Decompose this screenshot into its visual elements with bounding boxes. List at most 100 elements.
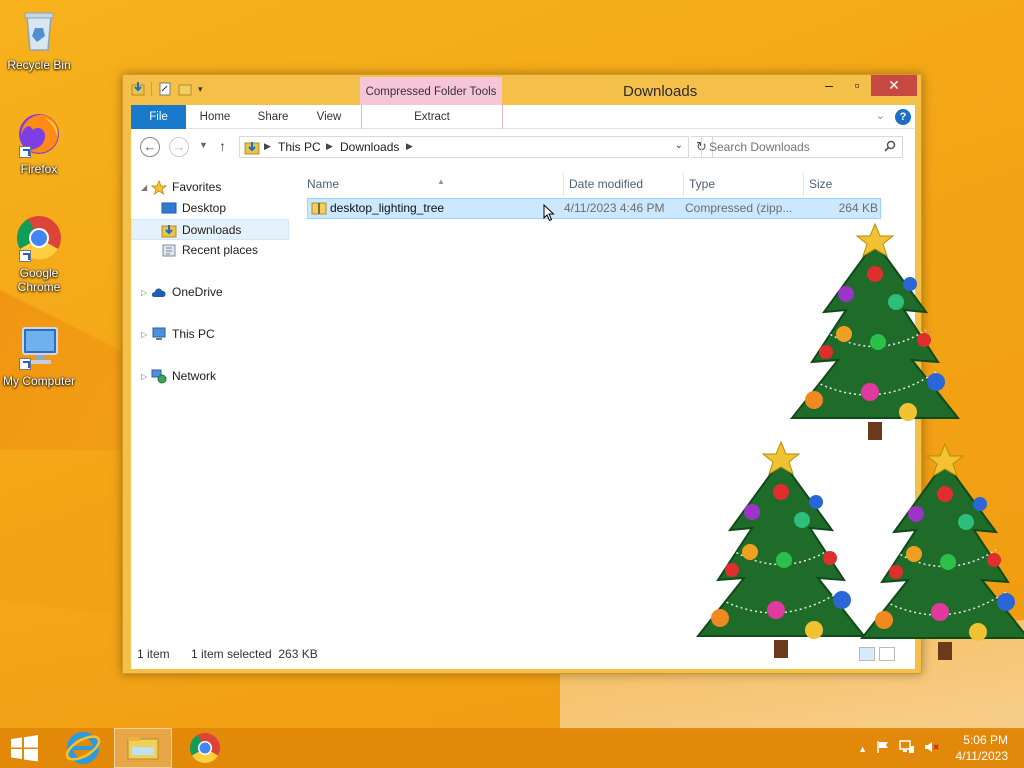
expand-arrow-icon[interactable]: ▷ — [141, 366, 147, 387]
status-bar: 1 item 1 item selected 263 KB — [131, 637, 915, 669]
expand-arrow-icon[interactable]: ▷ — [141, 324, 147, 345]
start-button[interactable] — [0, 728, 48, 768]
desktop-icon-firefox[interactable]: Firefox — [2, 110, 76, 176]
zip-folder-icon — [311, 201, 327, 215]
minimize-button[interactable]: ‒ — [815, 75, 843, 96]
desktop-icon-google-chrome[interactable]: Google Chrome — [2, 214, 76, 294]
computer-icon — [15, 322, 63, 370]
tab-share[interactable]: Share — [251, 105, 295, 129]
status-selection: 1 item selected 263 KB — [191, 647, 318, 661]
details-view-icon[interactable] — [859, 647, 875, 661]
navigation-pane: ◢ Favorites Desktop Downloads Recent pla… — [131, 165, 291, 635]
shortcut-arrow-icon — [19, 146, 31, 158]
content-area: ◢ Favorites Desktop Downloads Recent pla… — [131, 165, 915, 669]
cloud-icon — [151, 285, 167, 300]
back-button[interactable]: ← — [140, 137, 160, 157]
firefox-icon — [15, 110, 63, 158]
forward-button[interactable]: → — [169, 137, 189, 157]
breadcrumb-downloads[interactable]: Downloads — [340, 140, 399, 154]
new-folder-icon[interactable] — [178, 81, 192, 97]
desktop-icon-recycle-bin[interactable]: Recycle Bin — [2, 6, 76, 72]
explorer-window[interactable]: ▾ Compressed Folder Tools Downloads ‒ ▫ … — [122, 74, 922, 674]
nav-item-label: This PC — [172, 327, 215, 341]
breadcrumb-separator-icon[interactable]: ▶ — [264, 141, 271, 152]
tab-view[interactable]: View — [307, 105, 351, 129]
column-divider[interactable] — [683, 173, 684, 197]
nav-item-label: Recent places — [182, 243, 259, 257]
title-bar[interactable]: ▾ Compressed Folder Tools Downloads ‒ ▫ … — [123, 75, 921, 107]
internet-explorer-icon — [65, 732, 101, 764]
network-icon — [151, 369, 167, 384]
desktop-icon-my-computer[interactable]: My Computer — [2, 322, 76, 388]
action-center-flag-icon[interactable] — [876, 740, 890, 757]
expand-arrow-icon[interactable]: ▷ — [141, 282, 147, 303]
close-button[interactable]: ✕ — [871, 75, 917, 96]
help-icon[interactable]: ? — [895, 109, 911, 125]
nav-item-label: Desktop — [182, 201, 227, 215]
column-divider[interactable] — [803, 173, 804, 197]
recycle-bin-icon — [15, 6, 63, 54]
desktop-icon — [161, 201, 177, 216]
address-dropdown-chevron-icon[interactable]: ⌄ — [675, 140, 683, 151]
navigation-bar: ← → ▼ ↑ ▶ This PC ▶ Downloads ▶ ⌄ ↻ — [131, 129, 915, 165]
nav-item-label: Network — [172, 369, 217, 383]
network-status-icon[interactable] — [899, 740, 915, 757]
tab-extract[interactable]: Extract — [361, 105, 503, 129]
expand-ribbon-chevron-icon[interactable]: ⌄ — [876, 109, 885, 122]
chrome-icon — [15, 214, 63, 262]
file-size: 264 KB — [838, 201, 878, 215]
folder-down-icon[interactable] — [131, 81, 145, 97]
breadcrumb-this-pc[interactable]: This PC — [278, 140, 321, 154]
desktop-icon-label: Google Chrome — [17, 266, 61, 294]
shortcut-arrow-icon — [19, 250, 31, 262]
show-hidden-icons-chevron-icon[interactable]: ▲ — [858, 744, 867, 754]
downloads-folder-icon — [161, 223, 177, 238]
recent-locations-chevron-icon[interactable]: ▼ — [199, 140, 208, 150]
taskbar-internet-explorer[interactable] — [54, 728, 112, 768]
column-header-type[interactable]: Type — [689, 173, 789, 195]
tab-home[interactable]: Home — [193, 105, 237, 129]
column-header-size[interactable]: Size — [809, 173, 869, 195]
column-divider[interactable] — [563, 173, 564, 197]
nav-item-label: Downloads — [182, 223, 242, 237]
address-bar[interactable]: ▶ This PC ▶ Downloads ▶ ⌄ — [239, 136, 689, 158]
collapse-arrow-icon[interactable]: ◢ — [141, 177, 147, 198]
nav-item-this-pc[interactable]: ▷ This PC — [131, 324, 289, 345]
breadcrumb-separator-icon[interactable]: ▶ — [406, 141, 413, 152]
desktop-icon-label: Firefox — [20, 162, 58, 176]
search-input[interactable] — [702, 137, 902, 157]
search-box[interactable] — [701, 136, 903, 158]
file-name: desktop_lighting_tree — [330, 201, 445, 215]
compressed-folder-tools-tab-group: Compressed Folder Tools — [360, 77, 502, 107]
maximize-button[interactable]: ▫ — [843, 75, 871, 96]
up-button[interactable]: ↑ — [219, 138, 226, 154]
recent-places-icon — [161, 243, 177, 258]
large-icons-view-icon[interactable] — [879, 647, 895, 661]
divider — [151, 82, 152, 96]
taskbar-clock[interactable]: 5:06 PM 4/11/2023 — [956, 732, 1009, 764]
file-list: Name ▲ Date modified Type Size desktop_l… — [301, 165, 911, 635]
table-row[interactable]: desktop_lighting_tree 4/11/2023 4:46 PM … — [307, 198, 881, 219]
nav-item-desktop[interactable]: Desktop — [131, 198, 289, 219]
clock-time: 5:06 PM — [963, 733, 1008, 747]
sort-ascending-icon: ▲ — [437, 177, 445, 186]
nav-item-network[interactable]: ▷ Network — [131, 366, 289, 387]
nav-item-favorites[interactable]: ◢ Favorites — [131, 177, 289, 198]
nav-item-downloads[interactable]: Downloads — [131, 219, 289, 240]
system-tray: ▲ — [858, 740, 940, 757]
customize-toolbar-icon[interactable]: ▾ — [198, 81, 208, 97]
column-header-name[interactable]: Name ▲ — [307, 173, 557, 195]
mouse-cursor-icon — [543, 203, 555, 225]
desktop-icon-label: Recycle Bin — [7, 58, 71, 72]
nav-item-recent-places[interactable]: Recent places — [131, 240, 289, 261]
taskbar-google-chrome[interactable] — [176, 728, 234, 768]
window-title: Downloads — [623, 83, 698, 100]
desktop-icon-label: My Computer — [2, 374, 76, 388]
properties-icon[interactable] — [158, 81, 172, 97]
breadcrumb-separator-icon[interactable]: ▶ — [326, 141, 333, 152]
tab-file[interactable]: File — [131, 105, 186, 129]
taskbar-file-explorer[interactable] — [114, 728, 172, 768]
volume-muted-icon[interactable] — [924, 740, 940, 757]
nav-item-onedrive[interactable]: ▷ OneDrive — [131, 282, 289, 303]
column-header-date-modified[interactable]: Date modified — [569, 173, 679, 195]
